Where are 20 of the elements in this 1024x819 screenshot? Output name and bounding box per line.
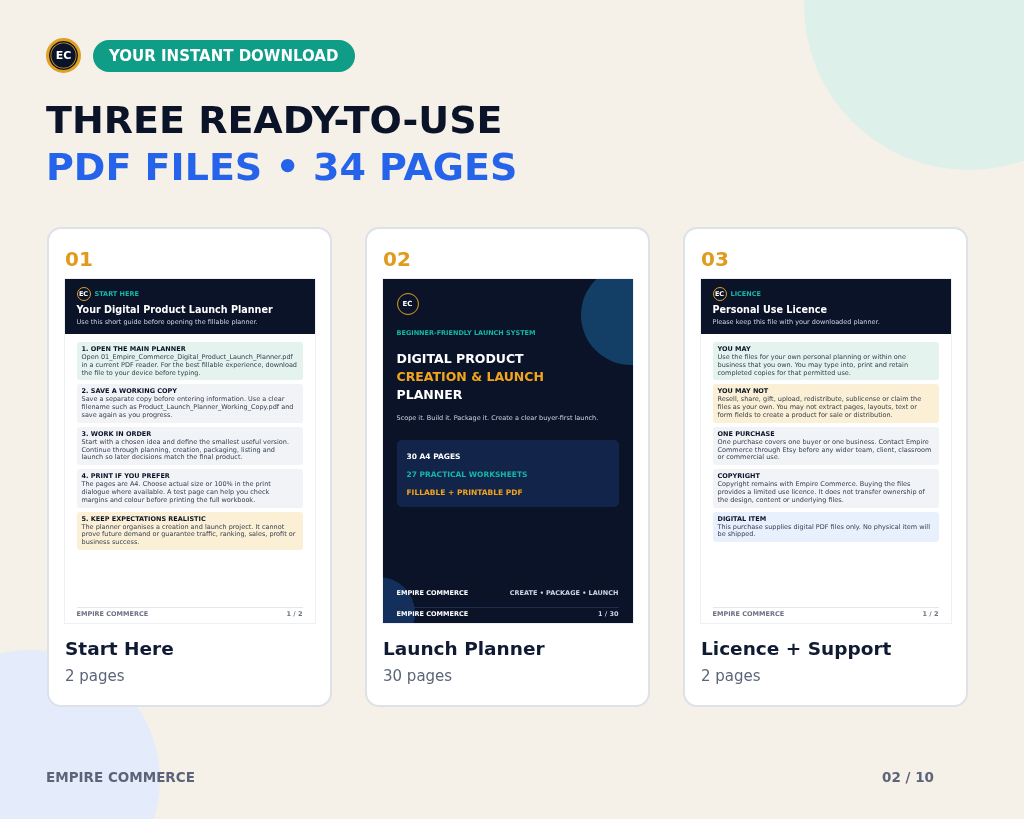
document-title: Personal Use Licence bbox=[712, 304, 828, 315]
cover-title-line: CREATION & LAUNCH bbox=[396, 369, 545, 384]
headline: THREE READY-TO-USE bbox=[46, 97, 504, 144]
file-title: Licence + Support bbox=[701, 638, 893, 659]
cover-title-line: PLANNER bbox=[396, 387, 464, 402]
file-number: 02 bbox=[383, 247, 412, 271]
page-count: 2 pages bbox=[701, 667, 762, 685]
file-title: Start Here bbox=[65, 638, 175, 659]
headline-highlight: PDF FILES • 34 PAGES bbox=[46, 144, 519, 191]
download-badge: YOUR INSTANT DOWNLOAD bbox=[93, 39, 356, 72]
file-title: Launch Planner bbox=[383, 638, 546, 659]
brand-name: EMPIRE COMMERCE bbox=[46, 769, 195, 785]
page-count: 2 pages bbox=[65, 667, 126, 685]
page-indicator: 02 / 10 bbox=[882, 769, 934, 785]
file-number: 03 bbox=[701, 247, 730, 271]
document-title: Your Digital Product Launch Planner bbox=[76, 304, 274, 315]
page-count: 30 pages bbox=[383, 667, 454, 685]
file-number: 01 bbox=[65, 247, 94, 271]
logo-badge: EC bbox=[46, 38, 81, 73]
cover-title-line: DIGITAL PRODUCT bbox=[396, 351, 525, 366]
